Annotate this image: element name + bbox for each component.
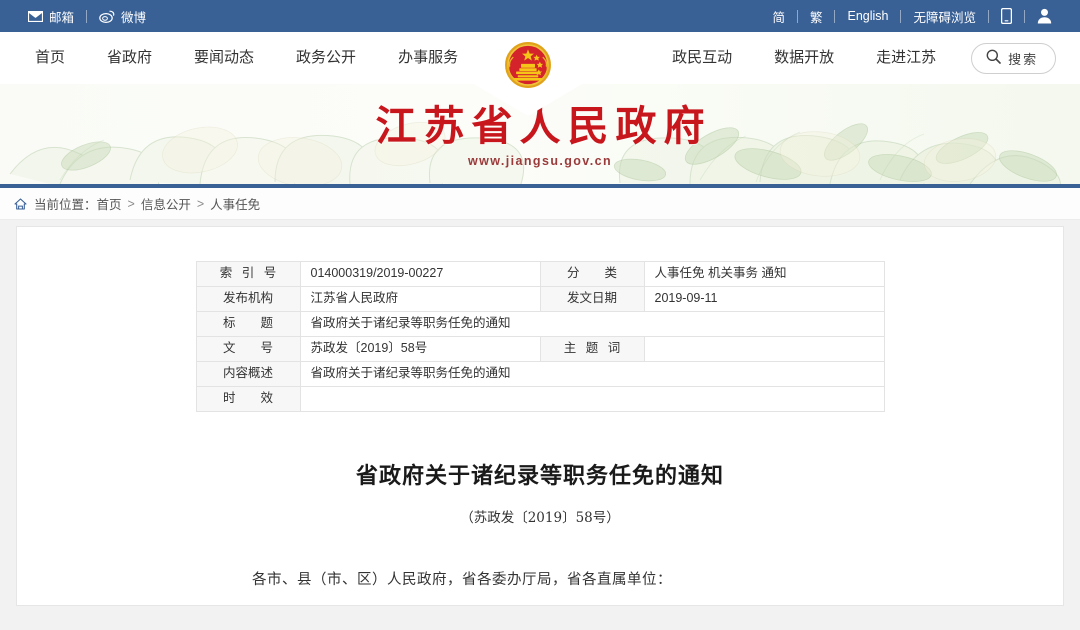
meta-value-category: 人事任免 机关事务 通知 xyxy=(643,261,885,287)
meta-value-issue-date: 2019-09-11 xyxy=(643,286,885,312)
meta-value-index-number: 014000319/2019-00227 xyxy=(299,261,541,287)
meta-label-summary: 内容概述 xyxy=(195,361,301,387)
topbar-left-group: 邮箱 微博 xyxy=(18,7,156,26)
weibo-icon xyxy=(99,10,115,23)
topbar-right-group: 简 繁 English 无障碍浏览 xyxy=(762,7,1062,26)
nav-item-open-data[interactable]: 数据开放 xyxy=(753,32,855,84)
lang-english-link[interactable]: English xyxy=(837,9,898,23)
breadcrumb-item-home[interactable]: 首页 xyxy=(97,194,122,213)
site-title: 江苏省人民政府 xyxy=(375,101,712,150)
breadcrumb: 当前位置： 首页 > 信息公开 > 人事任免 xyxy=(0,188,1080,220)
site-url: www.jiangsu.gov.cn xyxy=(468,154,612,169)
meta-value-subject-terms xyxy=(643,336,885,362)
meta-label-title: 标 题 xyxy=(195,311,301,337)
meta-value-summary: 省政府关于诸纪录等职务任免的通知 xyxy=(299,361,885,387)
national-emblem-icon xyxy=(505,42,551,88)
topbar-link-mail[interactable]: 邮箱 xyxy=(18,7,84,26)
breadcrumb-separator: > xyxy=(127,196,135,211)
table-row: 文 号 苏政发〔2019〕58号 主 题 词 xyxy=(195,336,885,362)
topbar-link-mail-label: 邮箱 xyxy=(49,10,75,25)
meta-label-validity: 时 效 xyxy=(195,386,301,412)
home-icon xyxy=(14,197,27,210)
nav-item-interaction[interactable]: 政民互动 xyxy=(651,32,753,84)
topbar-divider xyxy=(1024,9,1025,23)
topbar-link-weibo[interactable]: 微博 xyxy=(89,7,156,26)
nav-left-group: 首页 省政府 要闻动态 政务公开 办事服务 xyxy=(0,32,479,84)
meta-value-title: 省政府关于诸纪录等职务任免的通知 xyxy=(299,311,885,337)
breadcrumb-item-appointments[interactable]: 人事任免 xyxy=(210,194,260,213)
search-button[interactable]: 搜索 xyxy=(971,42,1057,74)
nav-item-government-affairs[interactable]: 政务公开 xyxy=(275,32,377,84)
table-row: 索 引 号 014000319/2019-00227 分 类 人事任免 机关事务… xyxy=(195,261,885,287)
meta-value-issuing-agency: 江苏省人民政府 xyxy=(299,286,541,312)
topbar-divider xyxy=(900,9,902,23)
user-account-icon xyxy=(1037,8,1052,24)
table-row: 内容概述 省政府关于诸纪录等职务任免的通知 xyxy=(195,361,885,387)
document-number: （苏政发〔2019〕58号） xyxy=(460,510,620,526)
nav-item-news[interactable]: 要闻动态 xyxy=(173,32,275,84)
breadcrumb-item-disclosure[interactable]: 信息公开 xyxy=(141,194,191,213)
topbar-divider xyxy=(796,9,798,23)
nav-right-group: 政民互动 数据开放 走进江苏 搜索 xyxy=(651,32,1072,84)
document-meta-table: 索 引 号 014000319/2019-00227 分 类 人事任免 机关事务… xyxy=(195,261,885,412)
topbar-divider xyxy=(834,9,836,23)
nav-item-provincial-government[interactable]: 省政府 xyxy=(86,32,173,84)
user-account-button[interactable] xyxy=(1027,8,1062,24)
site-banner: 江苏省人民政府 www.jiangsu.gov.cn xyxy=(0,84,1080,188)
meta-label-subject-terms: 主 题 词 xyxy=(539,336,645,362)
meta-label-document-number: 文 号 xyxy=(195,336,301,362)
content-card: 索 引 号 014000319/2019-00227 分 类 人事任免 机关事务… xyxy=(16,226,1064,606)
topbar-divider xyxy=(988,9,989,23)
nav-item-home[interactable]: 首页 xyxy=(14,32,86,84)
nav-item-services[interactable]: 办事服务 xyxy=(377,32,479,84)
accessibility-link[interactable]: 无障碍浏览 xyxy=(903,7,986,26)
meta-value-document-number: 苏政发〔2019〕58号 xyxy=(299,336,541,362)
meta-label-issuing-agency: 发布机构 xyxy=(195,286,301,312)
document-body: 省政府关于诸纪录等职务任免的通知 （苏政发〔2019〕58号） 各市、县（市、区… xyxy=(17,458,1063,589)
meta-label-category: 分 类 xyxy=(539,261,645,287)
main-navigation-bar: 首页 省政府 要闻动态 政务公开 办事服务 政民互动 数据开放 走进江苏 搜索 xyxy=(0,32,1080,116)
mail-icon xyxy=(28,10,43,22)
meta-value-validity xyxy=(299,386,885,412)
mobile-phone-icon xyxy=(1001,8,1012,24)
table-row: 时 效 xyxy=(195,386,885,412)
topbar-divider xyxy=(86,9,88,23)
mobile-site-button[interactable] xyxy=(991,8,1022,24)
table-row: 标 题 省政府关于诸纪录等职务任免的通知 xyxy=(195,311,885,337)
meta-label-issue-date: 发文日期 xyxy=(539,286,645,312)
breadcrumb-separator: > xyxy=(196,196,205,211)
search-icon xyxy=(986,49,1001,67)
table-row: 发布机构 江苏省人民政府 发文日期 2019-09-11 xyxy=(195,286,885,312)
breadcrumb-prefix: 当前位置： xyxy=(34,198,97,212)
search-button-label: 搜索 xyxy=(1008,51,1039,67)
nav-item-about-jiangsu[interactable]: 走进江苏 xyxy=(855,32,957,84)
lang-simplified-link[interactable]: 简 xyxy=(762,7,795,26)
page-background: 索 引 号 014000319/2019-00227 分 类 人事任免 机关事务… xyxy=(0,220,1080,606)
lang-traditional-link[interactable]: 繁 xyxy=(800,7,833,26)
document-title: 省政府关于诸纪录等职务任免的通知 xyxy=(355,463,724,489)
meta-label-index-number: 索 引 号 xyxy=(195,261,301,287)
document-salutation: 各市、县（市、区）人民政府，省各委办厅局，省各直属单位： xyxy=(252,572,672,588)
banner-content: 江苏省人民政府 www.jiangsu.gov.cn xyxy=(0,84,1080,184)
topbar-link-weibo-label: 微博 xyxy=(121,10,147,25)
top-utility-bar: 邮箱 微博 简 繁 English 无障碍浏览 xyxy=(0,0,1080,32)
